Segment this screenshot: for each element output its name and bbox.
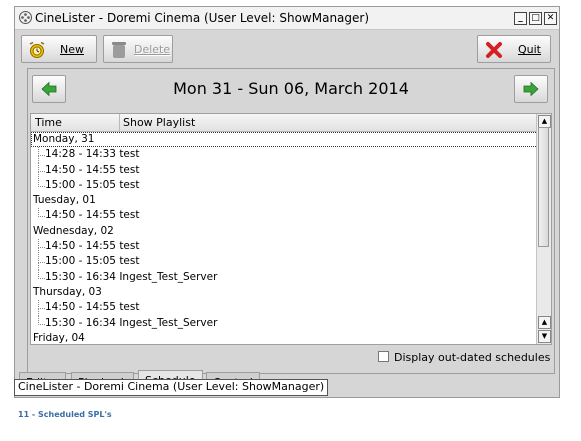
schedule-entry-row[interactable]: 14:50 - 14:55 test [31,208,538,223]
close-window-button[interactable]: ✕ [544,12,557,25]
tree-line [38,162,45,179]
schedule-entry-row[interactable]: 15:30 - 16:34 Ingest_Test_Server [31,315,538,331]
schedule-entry-text: 14:50 - 14:55 test [45,209,140,222]
arrow-left-icon [41,81,57,97]
schedule-panel: Mon 31 - Sun 06, March 2014 Time Show Pl… [27,68,555,374]
quit-button[interactable]: Quit [477,35,551,63]
tooltip: CineLister - Doremi Cinema (User Level: … [14,379,329,396]
tree-header: Time Show Playlist [31,114,538,132]
figure-caption: 11 - Scheduled SPL's [18,410,112,419]
vertical-scrollbar[interactable]: ▲ ▲ ▼ [536,114,551,344]
schedule-entry-text: 14:50 - 14:55 test [45,301,140,314]
arrow-right-icon [523,81,539,97]
app-window: CineLister - Doremi Cinema (User Level: … [14,6,560,398]
column-header-playlist[interactable]: Show Playlist [123,114,195,131]
schedule-entry-row[interactable]: 15:30 - 16:34 Ingest_Test_Server [31,269,538,285]
toolbar: New Delete Quit [15,30,559,68]
day-row[interactable]: Tuesday, 01 [31,193,538,208]
tree-line [38,177,45,187]
outdated-checkbox[interactable] [378,351,389,362]
new-label: New [60,43,84,56]
minimize-button[interactable]: _ [514,12,527,25]
schedule-entry-text: 14:28 - 14:33 test [45,148,140,161]
tree-line [38,269,45,279]
column-header-time[interactable]: Time [35,114,62,131]
outdated-label: Display out-dated schedules [394,351,551,364]
delete-label: Delete [134,43,171,56]
schedule-entry-row[interactable]: 15:00 - 15:05 test [31,254,538,271]
scroll-up-icon[interactable]: ▲ [538,316,551,329]
day-row[interactable]: Friday, 04 [31,331,538,344]
schedule-entry-row[interactable]: 14:50 - 14:55 test [31,162,538,179]
schedule-entry-text: 14:50 - 14:55 test [45,163,140,176]
tree-line [38,147,45,164]
schedule-tree[interactable]: Time Show Playlist Monday, 31 14:28 - 14:… [30,113,552,345]
new-button[interactable]: New [21,35,97,63]
window-title: CineLister - Doremi Cinema (User Level: … [35,11,370,25]
tree-line [38,208,45,218]
delete-button[interactable]: Delete [103,35,173,63]
schedule-entry-text: 15:00 - 15:05 test [45,255,140,268]
tree-line [38,239,45,256]
title-bar: CineLister - Doremi Cinema (User Level: … [15,7,559,30]
schedule-entry-row[interactable]: 14:50 - 14:55 test [31,300,538,317]
outdated-option[interactable]: Display out-dated schedules [378,351,550,365]
date-range: Mon 31 - Sun 06, March 2014 [173,79,409,98]
schedule-entry-text: 15:00 - 15:05 test [45,178,140,191]
scroll-down-icon[interactable]: ▼ [538,330,551,343]
close-x-icon [486,42,502,58]
trash-icon [112,42,126,58]
new-schedule-icon [29,41,45,58]
schedule-entry-row[interactable]: 14:50 - 14:55 test [31,239,538,256]
previous-week-button[interactable] [32,75,66,103]
scroll-thumb[interactable] [538,127,549,247]
day-row[interactable]: Monday, 31 [31,132,538,148]
schedule-entry-text: 15:30 - 16:34 Ingest_Test_Server [45,270,218,283]
film-reel-icon [19,11,32,24]
schedule-entry-text: 14:50 - 14:55 test [45,240,140,253]
schedule-entry-row[interactable]: 14:28 - 14:33 test [31,147,538,164]
quit-label: Quit [518,43,541,56]
day-row[interactable]: Wednesday, 02 [31,224,538,239]
maximize-button[interactable]: □ [529,12,542,25]
schedule-entry-text: 15:30 - 16:34 Ingest_Test_Server [45,316,218,329]
tree-line [38,300,45,317]
tree-line [38,254,45,271]
schedule-entry-row[interactable]: 15:00 - 15:05 test [31,177,538,193]
day-row[interactable]: Thursday, 03 [31,285,538,300]
tree-line [38,315,45,325]
next-week-button[interactable] [514,75,548,103]
tree-rows: Monday, 31 14:28 - 14:33 test 14:50 - 14:5… [31,132,538,344]
